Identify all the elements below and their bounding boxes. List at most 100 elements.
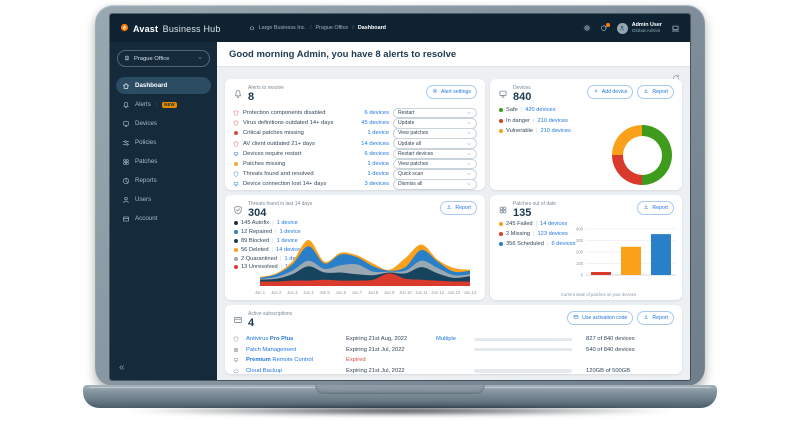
devices-report-button[interactable]: Report xyxy=(637,85,674,99)
legend-devices-link[interactable]: 1 device xyxy=(277,220,298,226)
org-selector[interactable]: Prague Office xyxy=(117,50,210,67)
legend-devices-link[interactable]: 210 devices xyxy=(538,118,568,124)
activation-code-icon xyxy=(573,314,579,322)
gear-icon xyxy=(583,24,591,32)
alert-row: Threats found and resolved1 deviceQuick … xyxy=(233,169,477,179)
user-menu[interactable]: Admin User Global Admin xyxy=(617,22,662,35)
legend-row: In danger|210 devices xyxy=(499,116,571,127)
alert-devices-link[interactable]: 1 device xyxy=(343,130,389,136)
alert-devices-link[interactable]: 1 device xyxy=(343,171,389,177)
legend-devices-link[interactable]: 420 devices xyxy=(525,107,555,113)
subscriptions-report-button[interactable]: Report xyxy=(637,311,674,325)
subscription-row: Antivirus Pro PlusExpiring 21st Aug, 202… xyxy=(233,334,674,345)
subscription-name-link[interactable]: Cloud Backup xyxy=(246,368,342,374)
alert-action-label: View patches xyxy=(398,130,428,136)
alert-row: Protection components disabled6 devicesR… xyxy=(233,108,477,118)
threats-card: Threats found in last 14 days 304 Report xyxy=(225,195,485,300)
legend-label: Vulnerable xyxy=(506,128,533,134)
breadcrumb: Large Business Inc. / Prague Office / Da… xyxy=(249,25,386,31)
alert-action-label: Quick scan xyxy=(398,171,423,177)
sidebar-item-label: Account xyxy=(135,215,157,222)
alert-action-select[interactable]: Update xyxy=(393,118,477,129)
legend-devices-link[interactable]: 210 devices xyxy=(540,128,570,134)
sidebar-item-users[interactable]: Users xyxy=(116,191,211,208)
alert-settings-button[interactable]: Alert settings xyxy=(426,85,477,99)
sidebar-item-label: Dashboard xyxy=(135,82,167,89)
legend-dot xyxy=(234,257,238,261)
settings-gear-icon[interactable] xyxy=(583,24,591,32)
shield-icon xyxy=(233,110,239,116)
alert-action-select[interactable]: Dismiss all xyxy=(393,179,477,190)
avast-logo[interactable]: Avast Business Hub xyxy=(120,19,221,37)
alert-devices-link[interactable]: 14 devices xyxy=(343,141,389,147)
bell-icon xyxy=(233,86,243,104)
alerts-card: Alerts to resolve 8 Alert settings xyxy=(225,79,485,190)
new-badge: NEW xyxy=(162,102,177,108)
alert-action-select[interactable]: Restart xyxy=(393,108,477,119)
monitor-icon xyxy=(233,181,239,187)
subscription-usage: 120GB of 500GB xyxy=(576,368,674,374)
sidebar-item-dashboard[interactable]: Dashboard xyxy=(116,77,211,94)
threats-count: 304 xyxy=(248,208,312,220)
sidebar-item-patches[interactable]: Patches xyxy=(116,153,211,170)
legend-devices-link[interactable]: 123 devices xyxy=(538,231,568,237)
sidebar-item-label: Policies xyxy=(135,139,156,146)
subscription-expiry: Expiring 21st Jul, 2022 xyxy=(346,368,432,374)
alert-row: Devices require restart6 devicesRestart … xyxy=(233,149,477,159)
notifications-icon[interactable] xyxy=(600,24,608,32)
chevron-icon xyxy=(466,151,472,157)
alert-action-label: Dismiss all xyxy=(398,181,422,187)
alert-devices-link[interactable]: 45 devices xyxy=(343,120,389,126)
sidebar-item-account[interactable]: Account xyxy=(116,210,211,227)
download-icon xyxy=(643,204,649,212)
alert-action-select[interactable]: Restart devices xyxy=(393,149,477,160)
sidebar-collapse-button[interactable]: « xyxy=(119,363,125,373)
subscription-progress-bar xyxy=(474,348,572,351)
add-device-button[interactable]: Add device xyxy=(587,85,634,99)
alert-action-select[interactable]: View patches xyxy=(393,159,477,170)
use-activation-code-button[interactable]: Use activation code xyxy=(567,311,633,325)
subscription-usage: 827 of 840 devices xyxy=(576,336,674,342)
subscription-name-link[interactable]: Antivirus Pro Plus xyxy=(246,336,342,342)
alert-devices-link[interactable]: 1 device xyxy=(343,161,389,167)
subscription-progress-bar xyxy=(474,369,572,372)
alert-devices-link[interactable]: 3 devices xyxy=(343,181,389,187)
shieldcheck-icon xyxy=(233,205,243,215)
monitor-icon xyxy=(498,89,508,99)
breadcrumb-separator: / xyxy=(310,25,312,31)
device-switcher-icon[interactable] xyxy=(671,24,680,33)
shield-check-icon xyxy=(233,202,243,220)
legend-dot xyxy=(499,119,503,123)
sidebar-item-policies[interactable]: Policies xyxy=(116,134,211,151)
devices-legend: Safe|420 devicesIn danger|210 devicesVul… xyxy=(499,105,571,137)
sidebar-item-alerts[interactable]: Alerts|NEW xyxy=(116,96,211,113)
threats-area-chart: Jun 1Jun 2Jun 3Jun 4Jun 5Jun 6Jun 7Jun 8… xyxy=(253,234,477,298)
legend-dot xyxy=(234,248,238,252)
alert-devices-link[interactable]: 6 devices xyxy=(343,110,389,116)
sidebar-item-reports[interactable]: Reports xyxy=(116,172,211,189)
alert-action-select[interactable]: View patches xyxy=(393,128,477,139)
y-tick-label: 100 xyxy=(576,261,584,266)
page-title: Good morning Admin, you have 8 alerts to… xyxy=(217,42,690,66)
alert-devices-link[interactable]: 6 devices xyxy=(343,151,389,157)
x-tick-label: Jun 7 xyxy=(352,290,363,295)
legend-devices-link[interactable]: 14 devices xyxy=(540,221,567,227)
avastmark-icon xyxy=(120,23,129,32)
gear-icon xyxy=(432,88,438,94)
sidebar-item-devices[interactable]: Devices xyxy=(116,115,211,132)
y-tick-label: 200 xyxy=(576,250,584,255)
alert-action-select[interactable]: Quick scan xyxy=(393,169,477,180)
threats-report-button[interactable]: Report xyxy=(440,201,477,215)
subscription-name-link[interactable]: Premium Remote Control xyxy=(246,357,342,363)
patches-report-button[interactable]: Report xyxy=(637,201,674,215)
patches-count: 135 xyxy=(513,208,556,220)
square-icon xyxy=(233,130,239,136)
subscription-extra-link[interactable]: Multiple xyxy=(436,336,470,342)
alert-action-select[interactable]: Update all xyxy=(393,138,477,149)
breadcrumb-item-site[interactable]: Prague Office xyxy=(315,25,348,31)
breadcrumb-item-org[interactable]: Large Business Inc. xyxy=(259,25,306,31)
subscription-name-link[interactable]: Patch Management xyxy=(246,347,342,353)
legend-dot xyxy=(234,239,238,243)
patches-icon xyxy=(498,202,508,220)
card-icon xyxy=(573,314,579,320)
